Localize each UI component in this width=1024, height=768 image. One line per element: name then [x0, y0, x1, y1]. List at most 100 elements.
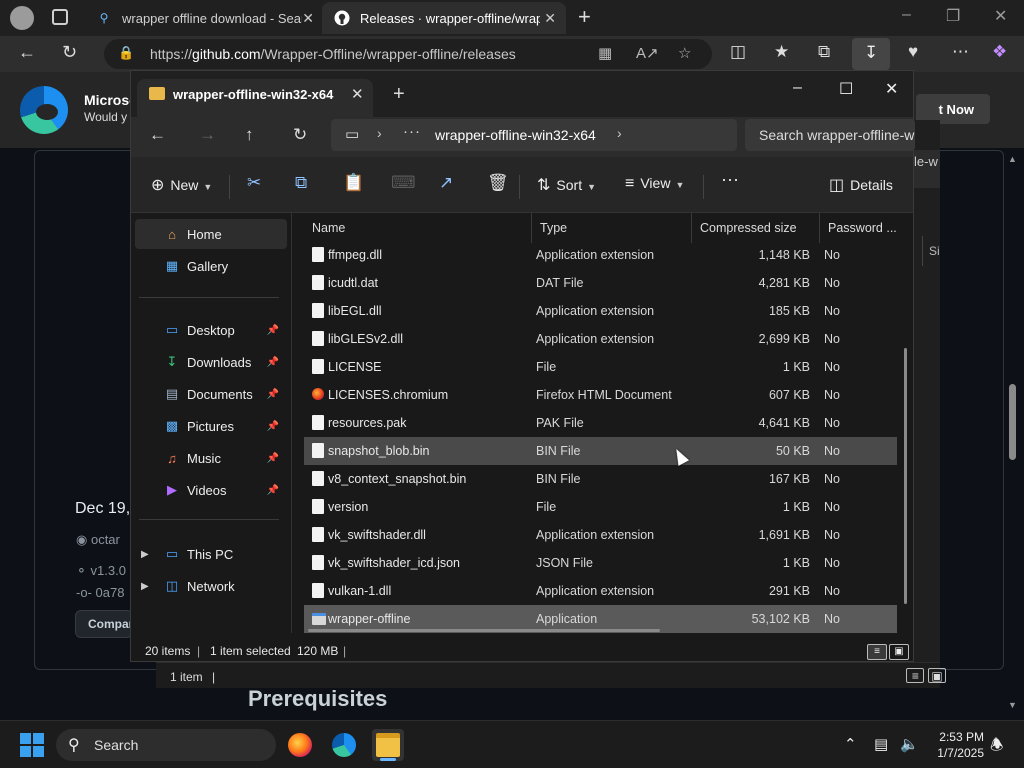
- file-row[interactable]: version File 1 KB No: [304, 493, 897, 521]
- close-tab-icon[interactable]: ✕: [302, 10, 314, 27]
- file-row[interactable]: vulkan-1.dll Application extension 291 KB N…: [304, 577, 897, 605]
- close-window-icon[interactable]: ✕: [885, 79, 898, 99]
- minimize-icon[interactable]: –: [793, 79, 802, 97]
- sidebar-item-gallery[interactable]: ▦ Gallery: [135, 251, 287, 281]
- more-options-icon[interactable]: ···: [721, 169, 739, 190]
- release-author[interactable]: ◉ octar: [76, 532, 120, 548]
- sidebar-item-music[interactable]: ♫ Music 📌: [135, 443, 287, 473]
- breadcrumb[interactable]: ▭ › ··· wrapper-offline-win32-x64 ›: [331, 119, 737, 151]
- file-row[interactable]: libEGL.dll Application extension 185 KB No: [304, 297, 897, 325]
- sidebar-item-downloads[interactable]: ↧ Downloads 📌: [135, 347, 287, 377]
- file-row[interactable]: LICENSE File 1 KB No: [304, 353, 897, 381]
- windows-start-icon[interactable]: [20, 733, 44, 757]
- delete-icon[interactable]: 🗑: [487, 173, 509, 193]
- tiles-view-icon[interactable]: ▣: [889, 644, 909, 660]
- file-list-scrollbar[interactable]: [904, 348, 907, 604]
- new-tab-icon[interactable]: +: [393, 83, 405, 106]
- details-view-icon[interactable]: ≡: [906, 668, 925, 683]
- file-explorer-taskbar-button[interactable]: [372, 729, 404, 761]
- sidebar-item-videos[interactable]: ▶ Videos 📌: [135, 475, 287, 505]
- profile-avatar[interactable]: [10, 6, 34, 30]
- compare-button[interactable]: Compar: [75, 610, 133, 638]
- pin-icon[interactable]: 📌: [267, 325, 279, 336]
- read-aloud-icon[interactable]: A↗: [636, 44, 659, 62]
- file-row[interactable]: ffmpeg.dll Application extension 1,148 KB N…: [304, 241, 897, 269]
- sidebar-item-home[interactable]: ⌂ Home: [135, 219, 287, 249]
- sidebar-item-documents[interactable]: ▤ Documents 📌: [135, 379, 287, 409]
- up-arrow-icon[interactable]: ↑: [245, 125, 254, 145]
- forward-arrow-icon[interactable]: →: [199, 125, 216, 145]
- collections-icon[interactable]: ⧉: [818, 42, 830, 62]
- sidebar-item-pictures[interactable]: ▩ Pictures 📌: [135, 411, 287, 441]
- notifications-bell-icon[interactable]: 🕭: [990, 735, 1003, 760]
- new-tab-icon[interactable]: +: [578, 4, 591, 30]
- file-row[interactable]: vk_swiftshader.dll Application extension 1…: [304, 521, 897, 549]
- firefox-taskbar-button[interactable]: [284, 729, 316, 761]
- page-scrollbar-thumb[interactable]: [1009, 384, 1016, 460]
- details-view-icon[interactable]: ≡: [867, 644, 887, 660]
- column-header-type[interactable]: Type: [532, 213, 692, 243]
- close-tab-icon[interactable]: ✕: [544, 10, 556, 27]
- file-row[interactable]: libGLESv2.dll Application extension 2,699 …: [304, 325, 897, 353]
- more-menu-icon[interactable]: ⋯: [952, 42, 969, 62]
- rename-icon[interactable]: ⌨: [391, 173, 416, 193]
- back-arrow-icon[interactable]: ←: [149, 125, 166, 145]
- search-input[interactable]: Search wrapper-offline-w: [745, 119, 915, 151]
- share-icon[interactable]: ↗: [439, 173, 453, 193]
- back-arrow-icon[interactable]: ←: [18, 42, 36, 63]
- release-tag[interactable]: ⚬ v1.3.0: [76, 563, 126, 579]
- pin-icon[interactable]: 📌: [267, 421, 279, 432]
- maximize-icon[interactable]: ☐: [839, 79, 853, 99]
- edge-taskbar-button[interactable]: [328, 729, 360, 761]
- expand-chevron-icon[interactable]: ▶: [141, 549, 149, 560]
- pin-icon[interactable]: 📌: [267, 485, 279, 496]
- browser-tab-github[interactable]: Releases · wrapper-offline/wrappe ✕: [322, 2, 566, 34]
- restore-icon[interactable]: ❐: [946, 6, 960, 26]
- file-row[interactable]: v8_context_snapshot.bin BIN File 167 KB No: [304, 465, 897, 493]
- browser-tab-search[interactable]: ⚲ wrapper offline download - Sear ✕: [84, 2, 324, 34]
- copilot-icon[interactable]: ❖: [992, 42, 1007, 62]
- new-button[interactable]: ⊕ New ▼: [151, 175, 212, 195]
- file-row[interactable]: LICENSES.chromium Firefox HTML Document 60…: [304, 381, 897, 409]
- volume-icon[interactable]: 🔈: [900, 735, 919, 753]
- sidebar-item-this-pc[interactable]: ▶ ▭ This PC: [135, 539, 287, 569]
- breadcrumb-folder[interactable]: wrapper-offline-win32-x64: [435, 127, 596, 143]
- details-button[interactable]: ◫ Details: [829, 175, 893, 195]
- browser-essentials-icon[interactable]: ♥: [908, 42, 918, 62]
- clock[interactable]: 2:53 PM 1/7/2025: [928, 729, 984, 761]
- pin-icon[interactable]: 📌: [267, 453, 279, 464]
- network-icon[interactable]: ▤: [874, 735, 888, 753]
- close-tab-icon[interactable]: ✕: [351, 85, 364, 103]
- release-commit[interactable]: -o- 0a78: [76, 585, 124, 600]
- pin-icon[interactable]: 📌: [267, 357, 279, 368]
- show-hidden-icons-icon[interactable]: ⌃: [844, 735, 857, 753]
- file-row[interactable]: icudtl.dat DAT File 4,281 KB No: [304, 269, 897, 297]
- chevron-right-icon[interactable]: ›: [617, 125, 622, 141]
- file-row[interactable]: resources.pak PAK File 4,641 KB No: [304, 409, 897, 437]
- sidebar-item-desktop[interactable]: ▭ Desktop 📌: [135, 315, 287, 345]
- refresh-icon[interactable]: ↻: [62, 42, 77, 63]
- expand-chevron-icon[interactable]: ▶: [141, 581, 149, 592]
- taskbar-search[interactable]: ⚲ Search: [56, 729, 276, 761]
- paste-icon[interactable]: 📋: [343, 173, 364, 193]
- minimize-icon[interactable]: –: [902, 6, 911, 24]
- pin-icon[interactable]: 📌: [267, 389, 279, 400]
- view-button[interactable]: ≡ View ▼: [625, 175, 684, 193]
- tab-actions-icon[interactable]: [52, 9, 68, 25]
- favorite-star-icon[interactable]: ☆: [678, 44, 691, 62]
- column-header-name[interactable]: Name ⌃: [304, 213, 532, 243]
- downloads-button[interactable]: ↧: [852, 38, 890, 70]
- tiles-view-icon[interactable]: ▣: [928, 668, 946, 683]
- cut-icon[interactable]: ✂: [247, 173, 261, 193]
- file-row-hovered[interactable]: snapshot_blob.bin BIN File 50 KB No: [304, 437, 897, 465]
- column-header-password[interactable]: Password ...: [820, 213, 900, 243]
- explorer-tab[interactable]: wrapper-offline-win32-x64 ✕: [137, 79, 373, 117]
- app-available-icon[interactable]: ▦: [598, 44, 612, 62]
- refresh-icon[interactable]: ↻: [293, 125, 307, 145]
- file-list-horizontal-scrollbar[interactable]: [308, 629, 660, 632]
- favorites-icon[interactable]: ★: [774, 42, 789, 62]
- url-field[interactable]: 🔒 https://github.com/Wrapper-Offline/wra…: [104, 39, 712, 69]
- close-window-icon[interactable]: ✕: [994, 6, 1007, 26]
- split-screen-icon[interactable]: ◫: [730, 42, 746, 62]
- column-header-compressed-size[interactable]: Compressed size: [692, 213, 820, 243]
